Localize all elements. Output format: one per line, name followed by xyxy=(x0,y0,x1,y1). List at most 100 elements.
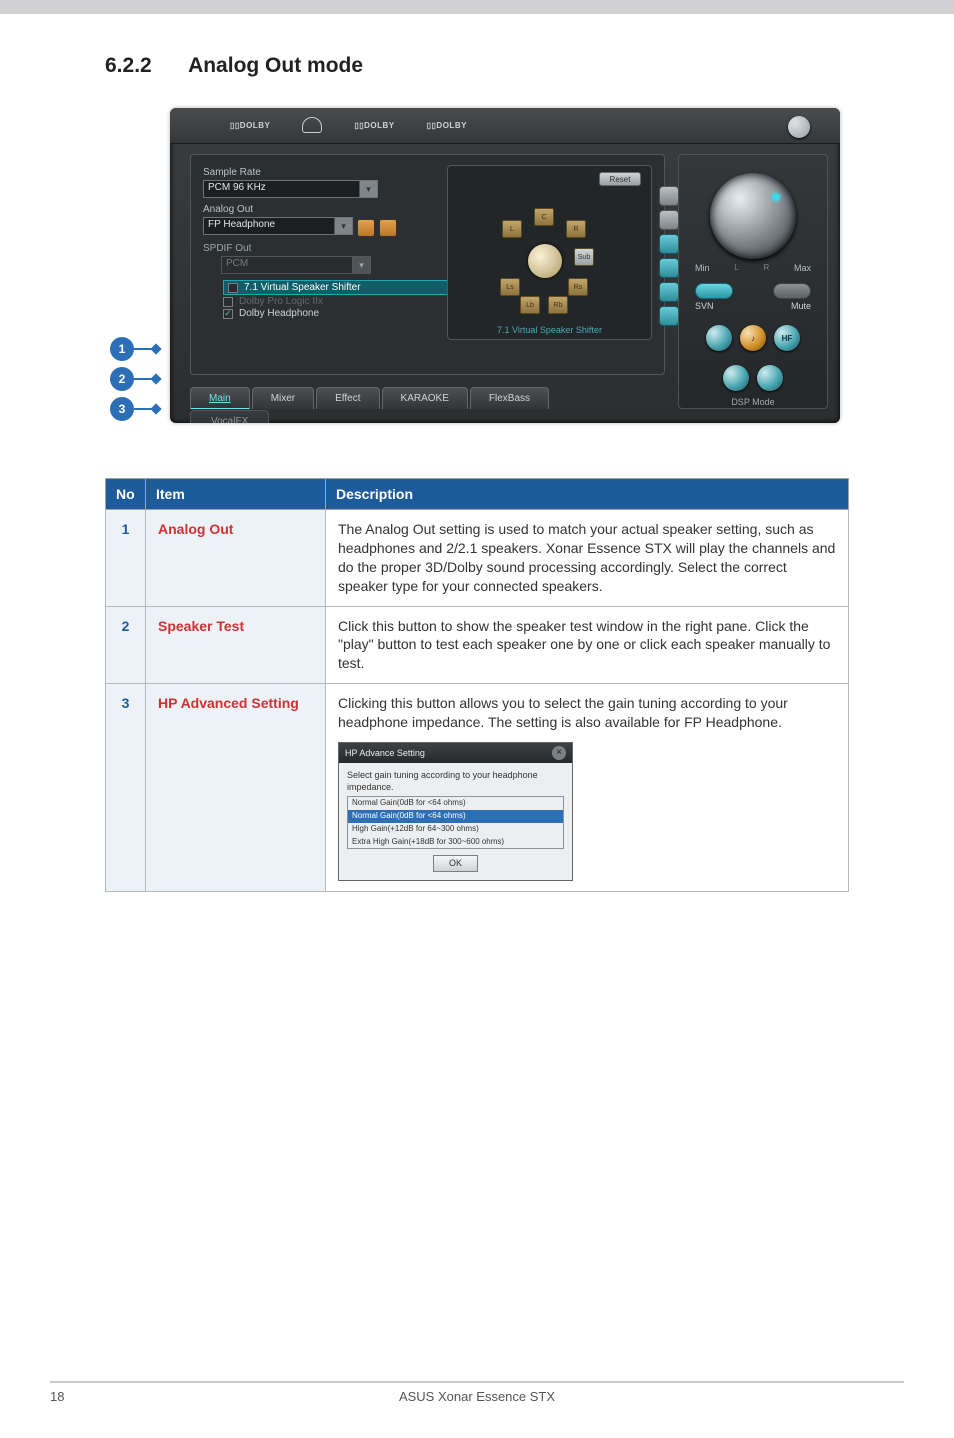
col-no: No xyxy=(106,479,146,510)
speaker-side-buttons xyxy=(659,186,679,326)
speaker-left[interactable]: L xyxy=(502,220,522,238)
page: 6.2.2 Analog Out mode 1 2 3 ▯▯DOLBY ▯▯DO… xyxy=(0,14,954,1438)
chevron-down-icon: ▾ xyxy=(352,257,370,273)
speaker-center[interactable]: C xyxy=(534,208,554,226)
speaker-right[interactable]: R xyxy=(566,220,586,238)
speaker-shifter-pane: Reset C L R Sub Ls Rs Lb Rb xyxy=(447,165,652,340)
tab-mixer[interactable]: Mixer xyxy=(252,387,314,409)
cell-item: HP Advanced Setting xyxy=(146,684,326,891)
speaker-panel-caption: 7.1 Virtual Speaker Shifter xyxy=(448,325,651,335)
cell-desc: Click this button to show the speaker te… xyxy=(326,606,849,684)
tab-flexbass[interactable]: FlexBass xyxy=(470,387,549,409)
speaker-test-button[interactable] xyxy=(357,219,375,237)
hp-option[interactable]: High Gain(+12dB for 64~300 ohms) xyxy=(348,823,563,836)
col-item: Item xyxy=(146,479,326,510)
hp-advanced-button[interactable] xyxy=(379,219,397,237)
table-row: 1 Analog Out The Analog Out setting is u… xyxy=(106,510,849,607)
svn-toggle[interactable] xyxy=(695,283,733,299)
description-table: No Item Description 1 Analog Out The Ana… xyxy=(105,478,849,892)
checkbox-icon xyxy=(228,283,238,293)
min-label: Min xyxy=(695,263,710,273)
table-row: 2 Speaker Test Click this button to show… xyxy=(106,606,849,684)
l-label: L xyxy=(734,263,738,273)
rotate-button[interactable] xyxy=(659,234,679,254)
col-desc: Description xyxy=(326,479,849,510)
cell-item: Analog Out xyxy=(146,510,326,607)
table-row: 3 HP Advanced Setting Clicking this butt… xyxy=(106,684,849,891)
dsp-mode-button[interactable] xyxy=(757,365,783,391)
tab-vocalfx[interactable]: VocalFX xyxy=(190,410,269,423)
tab-effect[interactable]: Effect xyxy=(316,387,379,409)
headphone-icon xyxy=(302,117,322,133)
speaker-sub[interactable]: Sub xyxy=(574,248,594,266)
hp-gain-list[interactable]: Normal Gain(0dB for <64 ohms) Normal Gai… xyxy=(347,796,564,849)
checkbox-icon xyxy=(223,309,233,319)
dolby-logo: ▯▯DOLBY xyxy=(230,121,270,130)
hp-option[interactable]: Extra High Gain(+18dB for 300~600 ohms) xyxy=(348,836,563,849)
hp-option-selected[interactable]: Normal Gain(0dB for <64 ohms) xyxy=(348,810,563,823)
callout-2: 2 xyxy=(110,367,134,391)
knob-indicator xyxy=(772,193,780,201)
checkbox-icon xyxy=(223,297,233,307)
close-icon[interactable]: × xyxy=(552,746,566,760)
callout-3: 3 xyxy=(110,397,134,421)
cell-no: 3 xyxy=(106,684,146,891)
page-number: 18 xyxy=(50,1389,90,1404)
volume-pane: Min L R Max SVN Mute ♪ xyxy=(678,154,828,409)
max-label: Max xyxy=(794,263,811,273)
mute-label: Mute xyxy=(791,301,811,311)
cell-desc: The Analog Out setting is used to match … xyxy=(326,510,849,607)
rotate-button[interactable] xyxy=(659,258,679,278)
callout-bubbles: 1 2 3 xyxy=(110,337,134,421)
dolby-logo: ▯▯DOLBY xyxy=(354,121,394,130)
speaker-rb[interactable]: Rb xyxy=(548,296,568,314)
window-top-bar xyxy=(0,0,954,14)
mute-toggle[interactable] xyxy=(773,283,811,299)
dsp-mode-button[interactable] xyxy=(723,365,749,391)
reset-pos-button[interactable] xyxy=(659,306,679,326)
hp-dialog-text: Select gain tuning according to your hea… xyxy=(347,769,564,793)
listener-head-icon[interactable] xyxy=(528,244,562,278)
dsp-hf-button[interactable]: HF xyxy=(774,325,800,351)
chevron-down-icon: ▾ xyxy=(359,181,377,197)
hp-dialog-title: HP Advance Setting xyxy=(345,747,425,759)
page-footer: 18 ASUS Xonar Essence STX xyxy=(50,1381,904,1404)
volume-knob[interactable] xyxy=(710,173,796,259)
reset-button[interactable]: Reset xyxy=(599,172,641,186)
sample-rate-select[interactable]: PCM 96 KHz ▾ xyxy=(203,180,378,198)
cell-desc: Clicking this button allows you to selec… xyxy=(326,684,849,891)
loop-button[interactable] xyxy=(659,282,679,302)
vol-up-button[interactable] xyxy=(659,186,679,206)
dolby-logo: ▯▯DOLBY xyxy=(427,121,467,130)
cell-no: 1 xyxy=(106,510,146,607)
r-label: R xyxy=(763,263,769,273)
vol-down-button[interactable] xyxy=(659,210,679,230)
dsp-mode-button[interactable]: ♪ xyxy=(740,325,766,351)
window-header: ▯▯DOLBY ▯▯DOLBY ▯▯DOLBY xyxy=(170,108,840,144)
speaker-lb[interactable]: Lb xyxy=(520,296,540,314)
cell-no: 2 xyxy=(106,606,146,684)
main-settings-pane: Sample Rate PCM 96 KHz ▾ Analog Out FP H… xyxy=(190,154,665,375)
audio-center-window: ▯▯DOLBY ▯▯DOLBY ▯▯DOLBY Sample Rate PCM … xyxy=(170,108,840,423)
dsp-mode-button[interactable] xyxy=(706,325,732,351)
footer-title: ASUS Xonar Essence STX xyxy=(90,1389,864,1404)
speaker-rs[interactable]: Rs xyxy=(568,278,588,296)
spdif-out-select[interactable]: PCM ▾ xyxy=(221,256,371,274)
ok-button[interactable]: OK xyxy=(433,855,478,871)
chevron-down-icon: ▾ xyxy=(334,218,352,234)
tab-main[interactable]: Main xyxy=(190,387,250,409)
speaker-ls[interactable]: Ls xyxy=(500,278,520,296)
analog-out-select[interactable]: FP Headphone ▾ xyxy=(203,217,353,235)
dsp-mode-label: DSP Mode xyxy=(691,397,815,407)
collapse-button[interactable] xyxy=(788,116,810,138)
section-title-text: Analog Out mode xyxy=(188,54,363,77)
cell-item: Speaker Test xyxy=(146,606,326,684)
screenshot-area: 1 2 3 ▯▯DOLBY ▯▯DOLBY ▯▯DOLBY Sample Rat… xyxy=(110,108,849,423)
hp-option[interactable]: Normal Gain(0dB for <64 ohms) xyxy=(348,797,563,810)
hp-advance-dialog: HP Advance Setting × Select gain tuning … xyxy=(338,742,573,881)
callout-1: 1 xyxy=(110,337,134,361)
tab-karaoke[interactable]: KARAOKE xyxy=(382,387,468,409)
svn-label: SVN xyxy=(695,301,714,311)
section-number: 6.2.2 xyxy=(105,54,183,78)
bottom-tabs: Main Mixer Effect KARAOKE FlexBass xyxy=(190,387,549,409)
